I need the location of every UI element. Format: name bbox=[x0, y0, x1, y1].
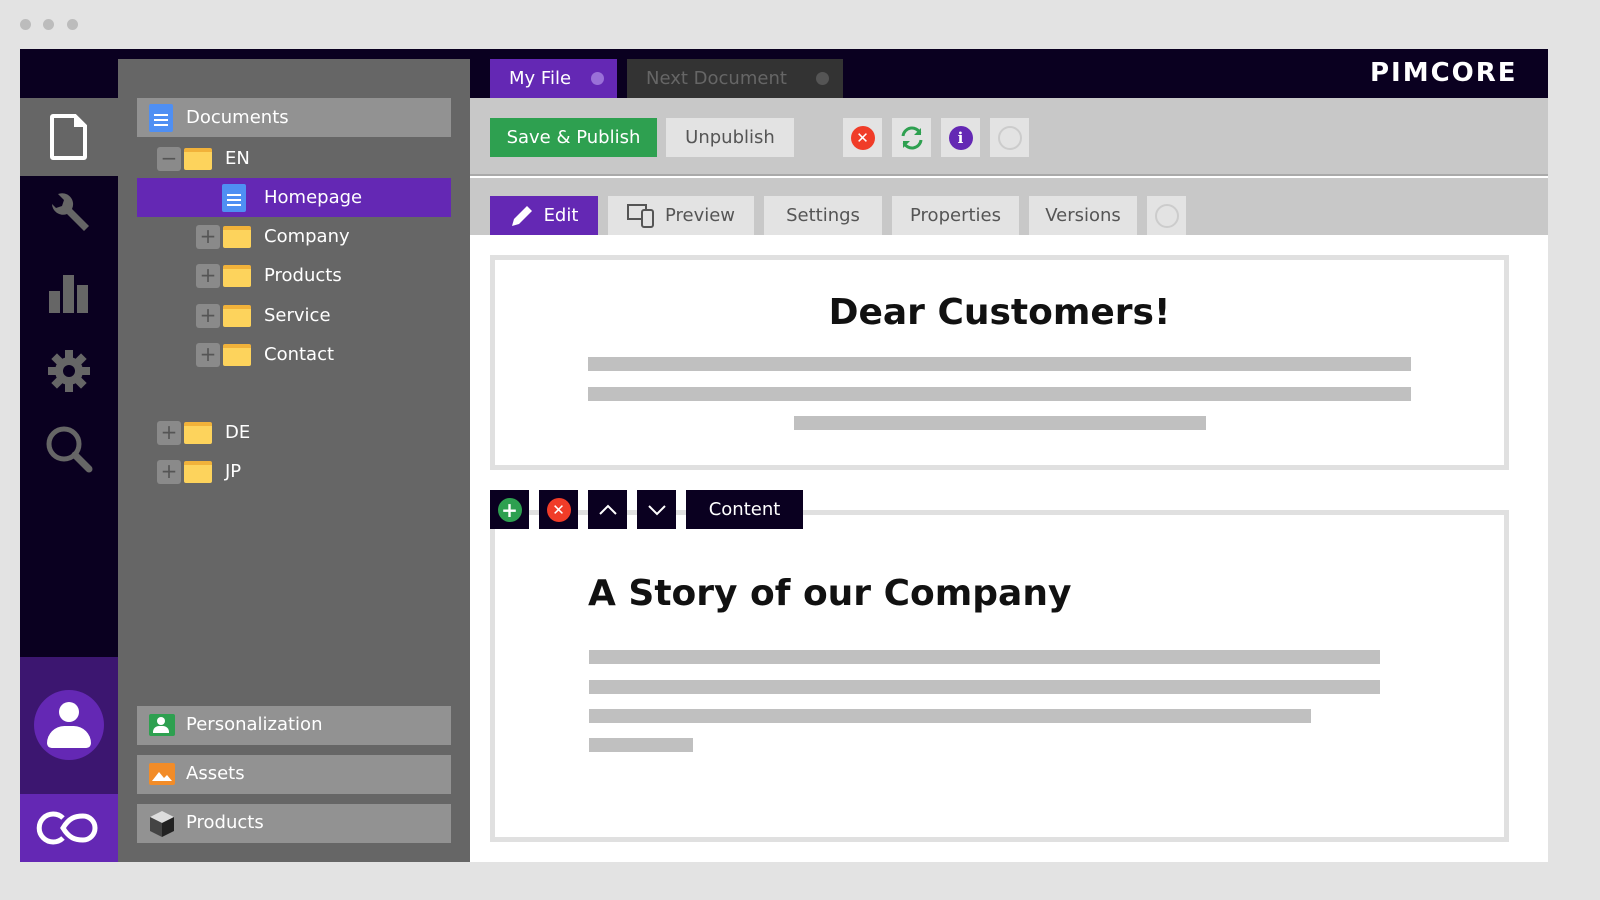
expand-icon[interactable]: + bbox=[196, 225, 220, 249]
main-nav-rail bbox=[20, 98, 118, 862]
nav-search[interactable] bbox=[20, 410, 118, 488]
tree-item-label: Service bbox=[264, 305, 331, 326]
image-icon bbox=[149, 763, 175, 785]
document-icon bbox=[50, 114, 87, 160]
devices-icon bbox=[626, 203, 654, 228]
chevron-up-icon bbox=[598, 504, 617, 515]
user-avatar-icon[interactable] bbox=[34, 690, 104, 760]
nav-reports[interactable] bbox=[20, 254, 118, 332]
tab-edit[interactable]: Edit bbox=[490, 196, 598, 235]
add-block-button[interactable]: + bbox=[490, 490, 529, 529]
tree-item-de[interactable]: + DE bbox=[137, 413, 451, 452]
close-icon: ✕ bbox=[546, 497, 571, 522]
folder-icon bbox=[223, 305, 251, 327]
unpublish-button[interactable]: Unpublish bbox=[666, 118, 794, 157]
block-type-label: Content bbox=[686, 490, 803, 529]
save-publish-button[interactable]: Save & Publish bbox=[490, 118, 657, 157]
expand-icon[interactable]: + bbox=[196, 343, 220, 367]
info-icon: i bbox=[948, 125, 973, 150]
text-placeholder-line bbox=[588, 387, 1411, 401]
pimcore-logo: PIMCORE bbox=[1370, 58, 1518, 88]
close-icon: ✕ bbox=[850, 125, 875, 150]
tree-item-jp[interactable]: + JP bbox=[137, 452, 451, 491]
more-button[interactable] bbox=[990, 118, 1029, 157]
nav-documents[interactable] bbox=[20, 98, 118, 176]
tree-item-homepage[interactable]: Homepage bbox=[137, 178, 451, 217]
collapse-icon[interactable]: − bbox=[157, 147, 181, 171]
doc-tab-next-document[interactable]: Next Document bbox=[627, 59, 843, 98]
tab-settings[interactable]: Settings bbox=[764, 196, 882, 235]
move-up-button[interactable] bbox=[588, 490, 627, 529]
heading-dear-customers[interactable]: Dear Customers! bbox=[495, 292, 1504, 333]
tree-item-label: JP bbox=[225, 461, 242, 482]
expand-icon[interactable]: + bbox=[196, 304, 220, 328]
chevron-down-icon bbox=[647, 504, 666, 515]
wrench-icon bbox=[52, 193, 89, 231]
remove-block-button[interactable]: ✕ bbox=[539, 490, 578, 529]
tree-item-label: Company bbox=[264, 226, 350, 247]
tree-item-contact[interactable]: + Contact bbox=[137, 335, 451, 374]
content-block-header[interactable]: Dear Customers! bbox=[490, 255, 1509, 470]
text-placeholder-line bbox=[589, 709, 1311, 723]
window-dot-minimize[interactable] bbox=[43, 19, 54, 30]
content-block-story[interactable]: A Story of our Company bbox=[490, 510, 1509, 842]
accordion-products[interactable]: Products bbox=[137, 804, 451, 843]
tree-item-products[interactable]: + Products bbox=[137, 256, 451, 295]
nav-settings[interactable] bbox=[20, 332, 118, 410]
folder-icon bbox=[223, 226, 251, 248]
move-down-button[interactable] bbox=[637, 490, 676, 529]
reload-icon bbox=[901, 126, 922, 149]
close-document-button[interactable]: ✕ bbox=[843, 118, 882, 157]
tree-item-label: DE bbox=[225, 422, 251, 443]
tab-more[interactable] bbox=[1147, 196, 1186, 235]
gear-icon bbox=[48, 350, 90, 392]
tab-close-dot-icon[interactable] bbox=[591, 72, 604, 85]
folder-icon bbox=[223, 265, 251, 287]
tree-item-en[interactable]: − EN bbox=[137, 139, 451, 178]
document-icon bbox=[149, 104, 173, 132]
text-placeholder-line bbox=[589, 650, 1380, 664]
tree-item-label: EN bbox=[225, 148, 250, 169]
heading-story[interactable]: A Story of our Company bbox=[588, 573, 1071, 614]
cube-icon bbox=[150, 811, 174, 837]
tab-properties[interactable]: Properties bbox=[892, 196, 1019, 235]
expand-icon[interactable]: + bbox=[157, 421, 181, 445]
circle-icon bbox=[997, 125, 1022, 150]
nav-tools[interactable] bbox=[20, 176, 118, 254]
pencil-icon bbox=[511, 205, 532, 226]
reload-button[interactable] bbox=[892, 118, 931, 157]
tab-versions[interactable]: Versions bbox=[1029, 196, 1137, 235]
tree-item-label: Homepage bbox=[264, 187, 363, 208]
window-dot-maximize[interactable] bbox=[67, 19, 78, 30]
tree-root-documents[interactable]: Documents bbox=[137, 98, 451, 137]
personalization-icon bbox=[149, 714, 175, 736]
tab-preview[interactable]: Preview bbox=[608, 196, 754, 235]
pimcore-logo-icon[interactable] bbox=[20, 794, 118, 862]
text-placeholder-line bbox=[589, 680, 1380, 694]
folder-icon bbox=[184, 148, 212, 170]
tree-item-label: Contact bbox=[264, 344, 335, 365]
accordion-personalization[interactable]: Personalization bbox=[137, 706, 451, 745]
text-placeholder-line bbox=[588, 357, 1411, 371]
plus-icon: + bbox=[497, 497, 522, 522]
folder-icon bbox=[223, 344, 251, 366]
accordion-assets[interactable]: Assets bbox=[137, 755, 451, 794]
tab-close-dot-icon[interactable] bbox=[816, 72, 829, 85]
doc-tab-my-file[interactable]: My File bbox=[490, 59, 617, 98]
text-placeholder-line bbox=[794, 416, 1206, 430]
expand-icon[interactable]: + bbox=[196, 264, 220, 288]
folder-icon bbox=[184, 422, 212, 444]
expand-icon[interactable]: + bbox=[157, 460, 181, 484]
info-button[interactable]: i bbox=[941, 118, 980, 157]
window-dot-close[interactable] bbox=[20, 19, 31, 30]
tree-item-company[interactable]: + Company bbox=[137, 217, 451, 256]
text-placeholder-line bbox=[589, 738, 693, 752]
document-icon bbox=[222, 184, 246, 212]
tree-item-label: Products bbox=[264, 265, 342, 286]
search-icon bbox=[46, 426, 93, 473]
chart-icon bbox=[49, 275, 88, 313]
folder-icon bbox=[184, 461, 212, 483]
tree-item-service[interactable]: + Service bbox=[137, 296, 451, 335]
circle-icon bbox=[1154, 203, 1179, 228]
